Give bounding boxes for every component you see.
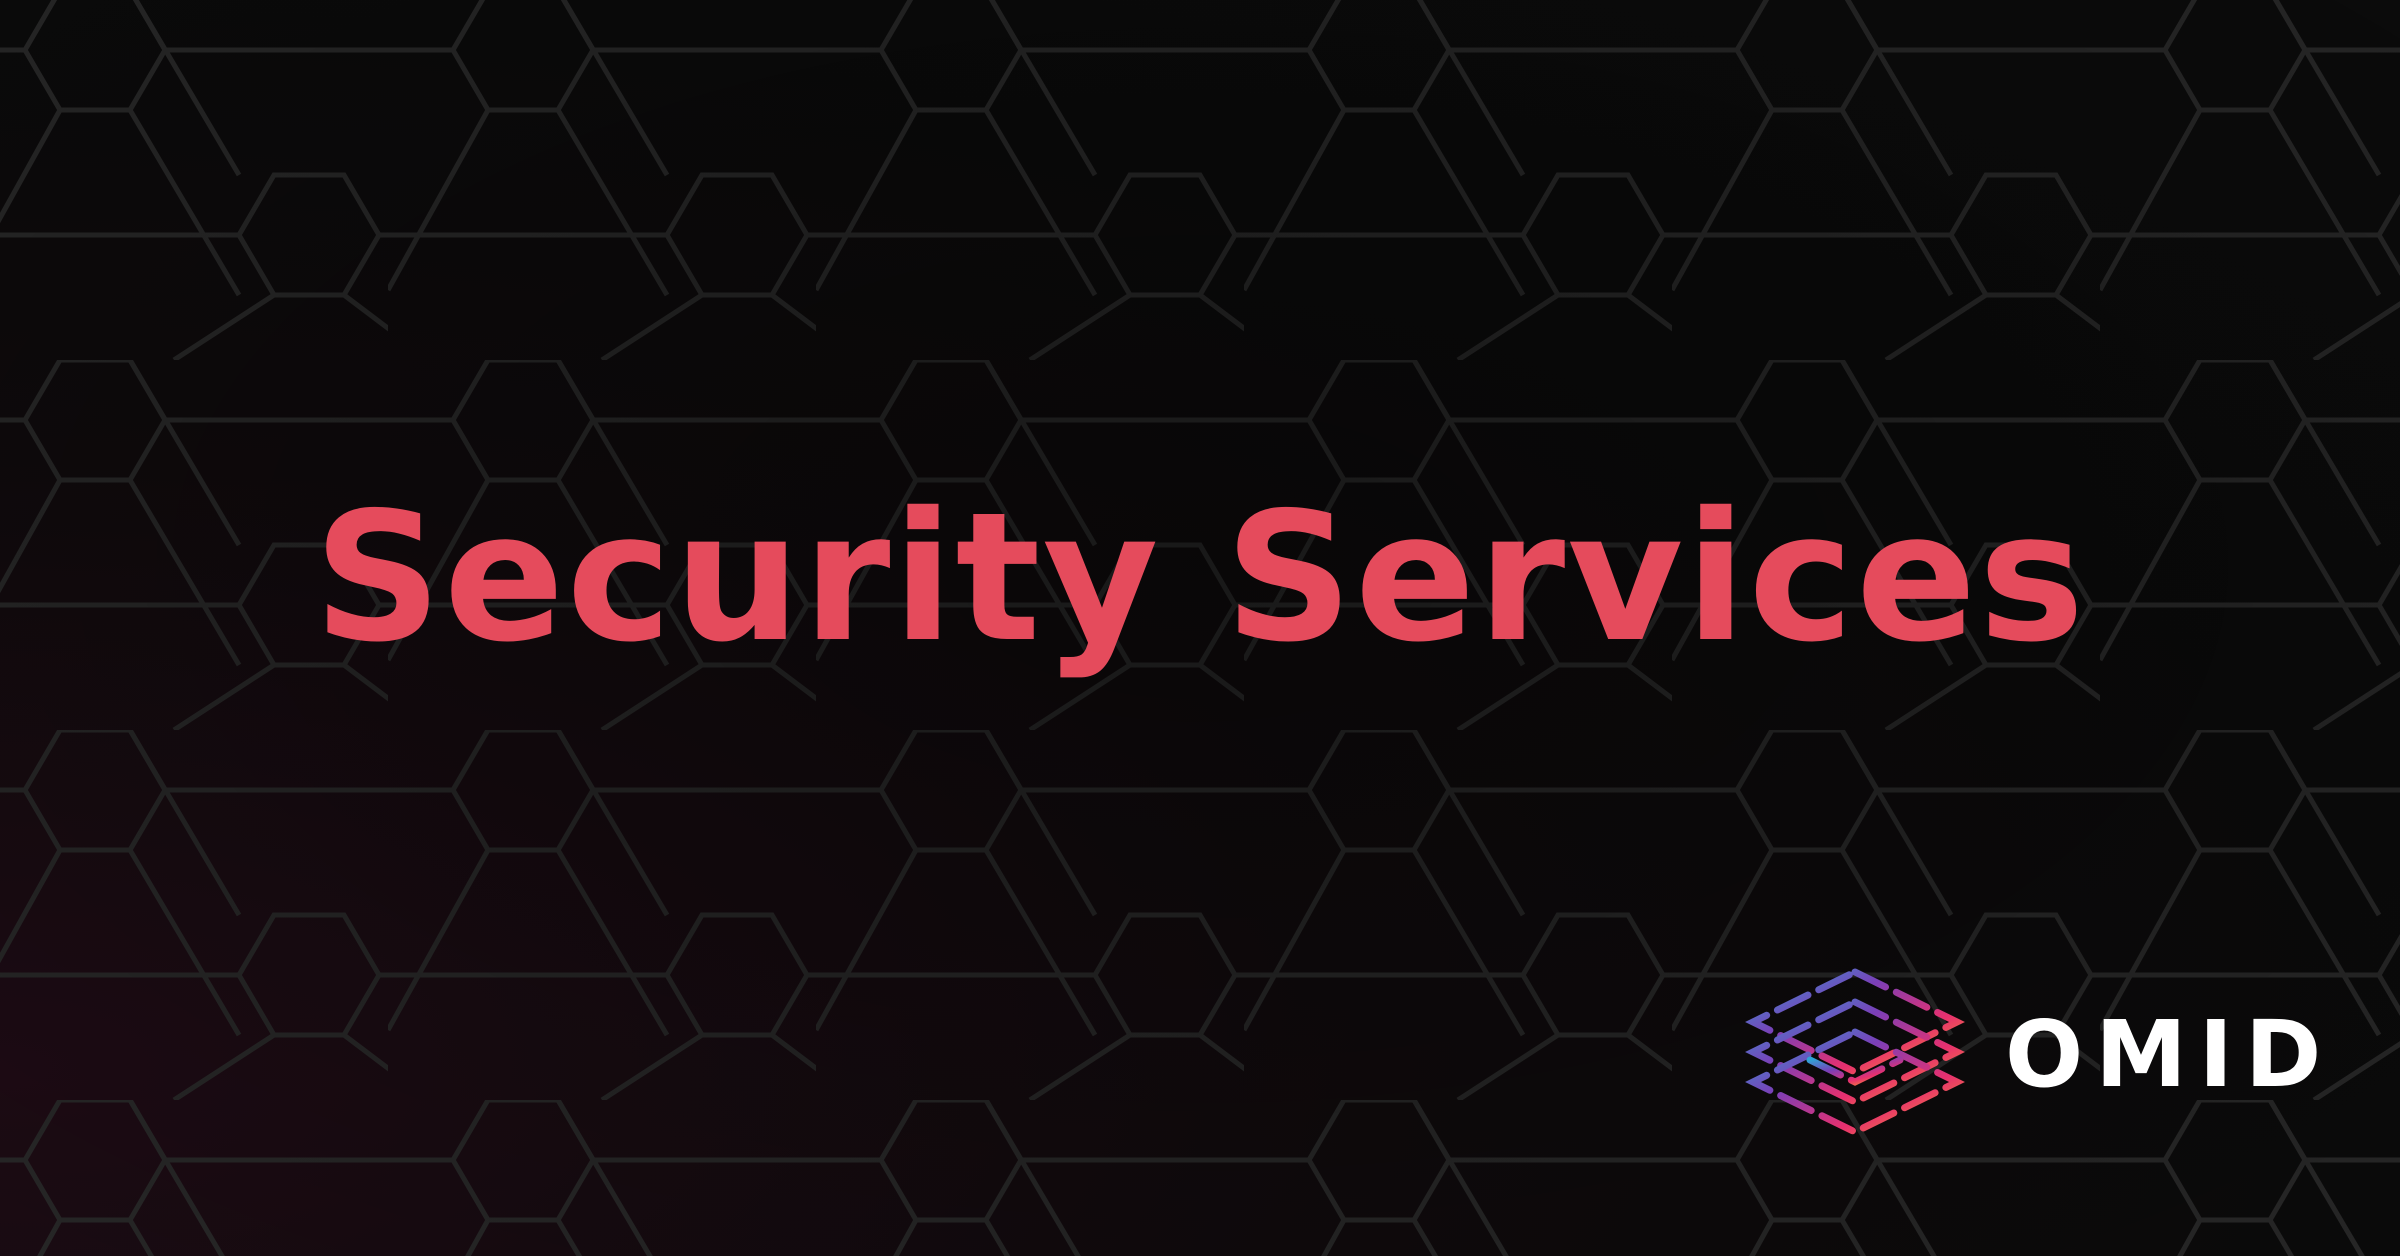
brand-name: OMID	[2005, 1001, 2334, 1108]
page-title: Security Services	[313, 474, 2087, 681]
layered-stack-logo-icon	[1745, 968, 1965, 1136]
promo-banner: Security Services OMID	[0, 0, 2400, 1256]
brand-logo: OMID	[1735, 960, 2333, 1150]
